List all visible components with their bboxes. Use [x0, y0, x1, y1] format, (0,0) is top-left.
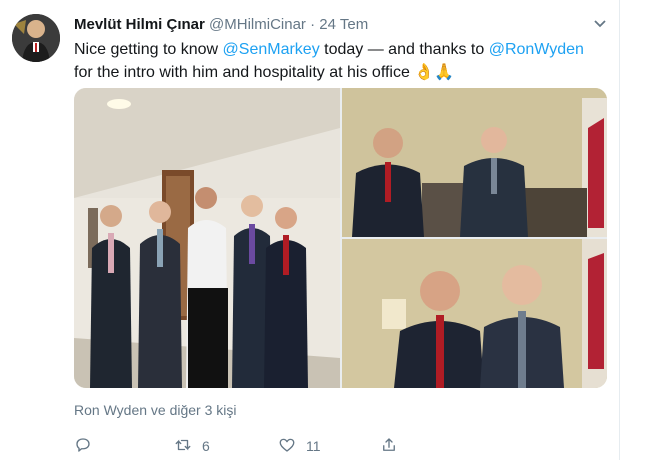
mention-link[interactable]: @SenMarkey	[223, 41, 320, 58]
retweet-button[interactable]: 6	[174, 434, 210, 458]
separator-dot: ·	[310, 16, 316, 33]
photo-greeting[interactable]	[342, 88, 607, 237]
photo-portrait[interactable]	[342, 239, 607, 388]
tweet-actions: 6 11	[74, 434, 604, 458]
tweet-header: Mevlüt Hilmi Çınar @MHilmiCinar · 24 Tem	[74, 16, 368, 36]
heart-icon	[278, 436, 296, 457]
tweet-text-part: for the intro with him and hospitality a…	[74, 64, 415, 81]
tweet-timestamp[interactable]: 24 Tem	[319, 16, 368, 33]
display-name[interactable]: Mevlüt Hilmi Çınar	[74, 16, 205, 33]
tweet-text-part: Nice getting to know	[74, 41, 223, 58]
mention-link[interactable]: @RonWyden	[489, 41, 584, 58]
avatar-image	[12, 14, 60, 62]
avatar[interactable]	[12, 14, 60, 62]
media-grid	[74, 88, 607, 388]
chevron-down-icon[interactable]	[590, 16, 610, 36]
like-button[interactable]: 11	[278, 434, 321, 458]
emoji: 👌🙏	[414, 64, 455, 81]
like-count: 11	[306, 438, 321, 454]
tweet-text-part: today — and thanks to	[319, 41, 489, 58]
photo-group[interactable]	[74, 88, 340, 388]
liked-by-text[interactable]: Ron Wyden ve diğer 3 kişi	[74, 402, 237, 418]
user-handle[interactable]: @MHilmiCinar	[209, 16, 306, 33]
column-divider	[619, 0, 620, 460]
retweet-icon	[174, 436, 192, 457]
tweet-text: Nice getting to know @SenMarkey today — …	[74, 38, 604, 84]
reply-icon	[74, 436, 92, 457]
share-button[interactable]	[380, 434, 398, 458]
share-icon	[380, 436, 398, 457]
tweet-card[interactable]: Mevlüt Hilmi Çınar @MHilmiCinar · 24 Tem…	[0, 0, 620, 460]
reply-button[interactable]	[74, 434, 102, 458]
retweet-count: 6	[202, 438, 210, 454]
